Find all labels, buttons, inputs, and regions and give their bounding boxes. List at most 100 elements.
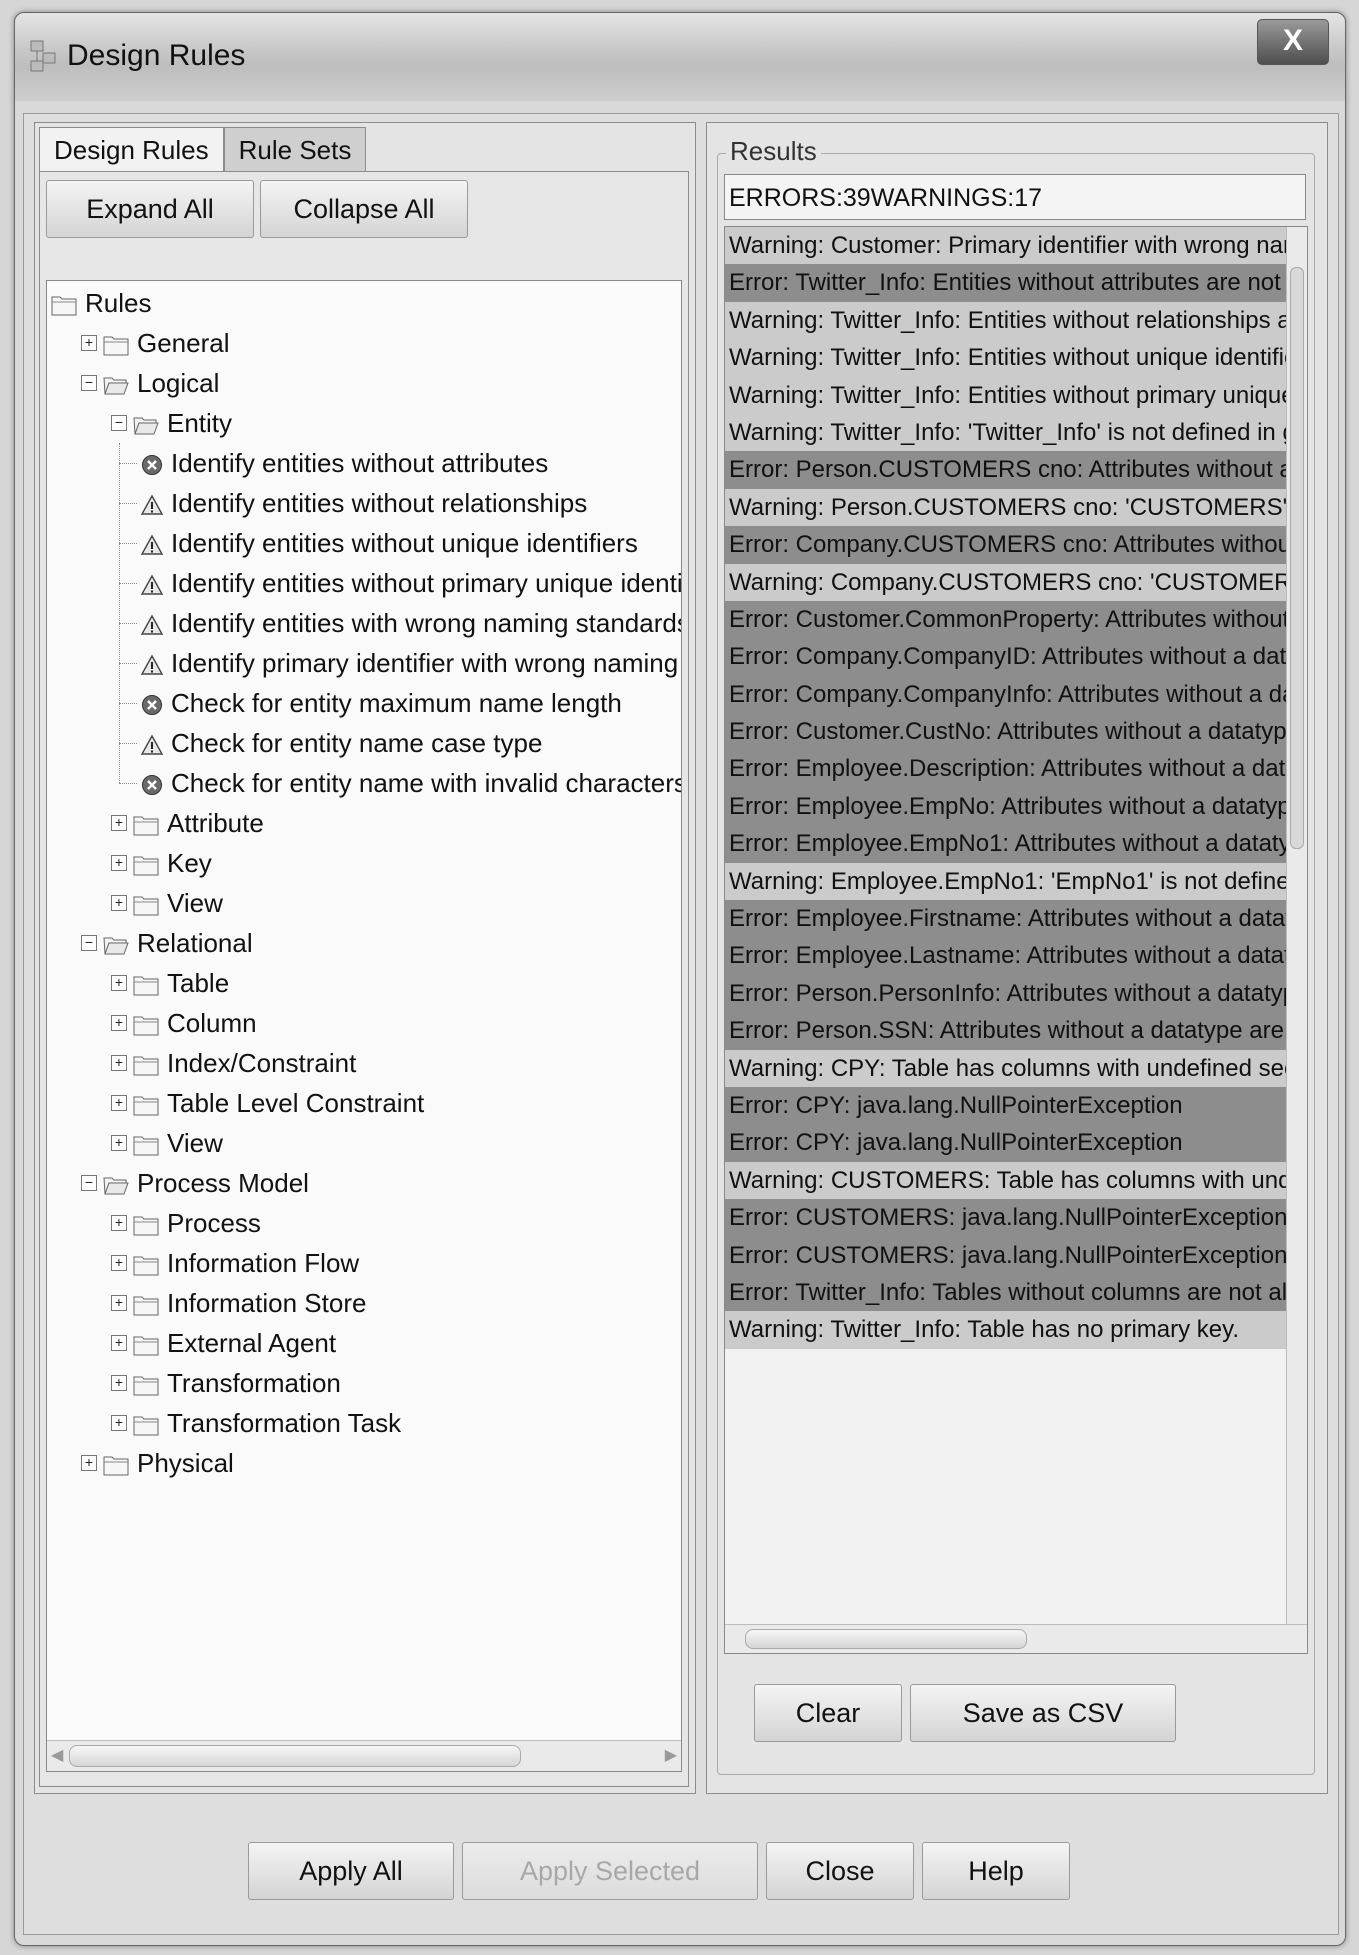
expand-toggle-icon[interactable]: + (111, 1255, 127, 1271)
collapse-toggle-icon[interactable]: − (81, 1175, 97, 1191)
results-vertical-scrollbar[interactable] (1286, 227, 1307, 1625)
error-result-row[interactable]: Error: CPY: java.lang.NullPointerExcepti… (725, 1086, 1289, 1125)
tab-design-rules[interactable]: Design Rules (39, 127, 224, 172)
warning-result-row[interactable]: Warning: Twitter_Info: Entities without … (725, 376, 1289, 414)
tree-folder-node[interactable]: + Attribute (111, 803, 264, 843)
error-result-row[interactable]: Error: Employee.EmpNo1: Attributes witho… (725, 825, 1289, 863)
error-result-row[interactable]: Error: Customer.CustNo: Attributes witho… (725, 713, 1289, 751)
help-button[interactable]: Help (922, 1842, 1070, 1900)
error-result-row[interactable]: Error: Company.CompanyInfo: Attributes w… (725, 675, 1289, 714)
results-vscroll-thumb[interactable] (1290, 267, 1304, 849)
tree-folder-node[interactable]: + View (111, 1123, 223, 1163)
error-result-row[interactable]: Error: CUSTOMERS: java.lang.NullPointerE… (725, 1199, 1289, 1237)
tree-folder-node[interactable]: + General (81, 323, 230, 363)
results-list[interactable]: Warning: Customer: Primary identifier wi… (724, 226, 1308, 1654)
expand-toggle-icon[interactable]: + (111, 855, 127, 871)
error-result-row[interactable]: Error: Person.PersonInfo: Attributes wit… (725, 974, 1289, 1013)
tree-folder-node[interactable]: + Information Flow (111, 1243, 359, 1283)
tree-folder-node[interactable]: Rules (51, 283, 151, 323)
tree-folder-node[interactable]: − Logical (81, 363, 219, 403)
warning-result-row[interactable]: Warning: CPY: Table has columns with und… (725, 1049, 1289, 1087)
warning-result-row[interactable]: Warning: Twitter_Info: Table has no prim… (725, 1311, 1289, 1349)
warning-result-row[interactable]: Warning: Employee.EmpNo1: 'EmpNo1' is no… (725, 862, 1289, 901)
tree-folder-node[interactable]: + View (111, 883, 223, 923)
warning-result-row[interactable]: Warning: Person.CUSTOMERS cno: 'CUSTOMER… (725, 488, 1289, 527)
warning-result-row[interactable]: Warning: Twitter_Info: 'Twitter_Info' is… (725, 413, 1289, 452)
expand-toggle-icon[interactable]: + (81, 335, 97, 351)
title-bar[interactable]: Design Rules X (15, 13, 1345, 101)
tree-folder-node[interactable]: − Relational (81, 923, 253, 963)
error-result-row[interactable]: Error: Employee.EmpNo: Attributes withou… (725, 787, 1289, 826)
error-result-row[interactable]: Error: Employee.Lastname: Attributes wit… (725, 937, 1289, 975)
window-close-button[interactable]: X (1257, 19, 1329, 65)
warning-result-row[interactable]: Warning: Customer: Primary identifier wi… (725, 227, 1289, 265)
rule-item[interactable]: Identify entities without unique identif… (140, 523, 638, 563)
expand-toggle-icon[interactable]: + (111, 1335, 127, 1351)
error-result-row[interactable]: Error: CPY: java.lang.NullPointerExcepti… (725, 1124, 1289, 1162)
collapse-toggle-icon[interactable]: − (81, 935, 97, 951)
expand-toggle-icon[interactable]: + (111, 1135, 127, 1151)
tree-folder-node[interactable]: + Index/Constraint (111, 1043, 356, 1083)
tree-folder-node[interactable]: + Key (111, 843, 212, 883)
clear-button[interactable]: Clear (754, 1684, 902, 1742)
results-hscroll-thumb[interactable] (745, 1629, 1027, 1649)
expand-toggle-icon[interactable]: + (111, 1095, 127, 1111)
apply-selected-button[interactable]: Apply Selected (462, 1842, 758, 1900)
error-result-row[interactable]: Error: Person.SSN: Attributes without a … (725, 1012, 1289, 1050)
rule-item[interactable]: Check for entity name with invalid chara… (141, 763, 681, 803)
tree-folder-node[interactable]: + Table (111, 963, 229, 1003)
error-result-row[interactable]: Error: CUSTOMERS: java.lang.NullPointerE… (725, 1236, 1289, 1274)
error-result-row[interactable]: Error: Employee.Firstname: Attributes wi… (725, 900, 1289, 938)
collapse-toggle-icon[interactable]: − (81, 375, 97, 391)
expand-toggle-icon[interactable]: + (111, 1215, 127, 1231)
expand-toggle-icon[interactable]: + (111, 1375, 127, 1391)
close-button[interactable]: Close (766, 1842, 914, 1900)
error-result-row[interactable]: Error: Customer.CommonProperty: Attribut… (725, 600, 1289, 639)
collapse-toggle-icon[interactable]: − (111, 415, 127, 431)
error-result-row[interactable]: Error: Twitter_Info: Entities without at… (725, 264, 1289, 302)
results-horizontal-scrollbar[interactable] (725, 1624, 1307, 1653)
rule-item[interactable]: Identify entities without attributes (141, 443, 548, 483)
expand-toggle-icon[interactable]: + (111, 975, 127, 991)
tree-scroll-thumb[interactable] (69, 1745, 521, 1767)
expand-all-button[interactable]: Expand All (46, 180, 254, 238)
error-result-row[interactable]: Error: Employee.Description: Attributes … (725, 750, 1289, 788)
expand-toggle-icon[interactable]: + (81, 1455, 97, 1471)
error-result-row[interactable]: Error: Company.CUSTOMERS cno: Attributes… (725, 526, 1289, 564)
rule-item[interactable]: Identify entities with wrong naming stan… (140, 603, 681, 643)
rules-tree[interactable]: Rules + General − Logical − Entity Identify ent… (46, 280, 682, 1772)
error-result-row[interactable]: Error: Company.CompanyID: Attributes wit… (725, 638, 1289, 676)
warning-result-row[interactable]: Warning: Twitter_Info: Entities without … (725, 339, 1289, 377)
tree-folder-node[interactable]: − Process Model (81, 1163, 309, 1203)
expand-toggle-icon[interactable]: + (111, 815, 127, 831)
expand-toggle-icon[interactable]: + (111, 1295, 127, 1311)
tree-folder-node[interactable]: + External Agent (111, 1323, 336, 1363)
expand-toggle-icon[interactable]: + (111, 1415, 127, 1431)
expand-toggle-icon[interactable]: + (111, 1055, 127, 1071)
tree-folder-node[interactable]: + Physical (81, 1443, 234, 1483)
rule-item[interactable]: Identify primary identifier with wrong n… (140, 643, 681, 683)
tree-folder-node[interactable]: + Transformation (111, 1363, 341, 1403)
tree-folder-node[interactable]: − Entity (111, 403, 232, 443)
error-result-row[interactable]: Error: Person.CUSTOMERS cno: Attributes … (725, 451, 1289, 489)
error-result-row[interactable]: Error: Twitter_Info: Tables without colu… (725, 1273, 1289, 1312)
tree-folder-node[interactable]: + Information Store (111, 1283, 366, 1323)
rule-item[interactable]: Check for entity maximum name length (141, 683, 622, 723)
rule-item[interactable]: Identify entities without primary unique… (140, 563, 681, 603)
tree-folder-node[interactable]: + Process (111, 1203, 261, 1243)
collapse-all-button[interactable]: Collapse All (260, 180, 468, 238)
warning-result-row[interactable]: Warning: Company.CUSTOMERS cno: 'CUSTOME… (725, 563, 1289, 601)
tree-folder-node[interactable]: + Column (111, 1003, 257, 1043)
save-as-csv-button[interactable]: Save as CSV (910, 1684, 1176, 1742)
tree-folder-node[interactable]: + Transformation Task (111, 1403, 401, 1443)
rule-item[interactable]: Check for entity name case type (140, 723, 542, 763)
tab-rule-sets[interactable]: Rule Sets (223, 127, 367, 172)
expand-toggle-icon[interactable]: + (111, 895, 127, 911)
tree-horizontal-scrollbar[interactable]: ◀ ▶ (47, 1740, 681, 1771)
rule-item[interactable]: Identify entities without relationships (140, 483, 587, 523)
apply-all-button[interactable]: Apply All (248, 1842, 454, 1900)
expand-toggle-icon[interactable]: + (111, 1015, 127, 1031)
tree-folder-node[interactable]: + Table Level Constraint (111, 1083, 424, 1123)
warning-result-row[interactable]: Warning: CUSTOMERS: Table has columns wi… (725, 1161, 1289, 1200)
warning-result-row[interactable]: Warning: Twitter_Info: Entities without … (725, 301, 1289, 340)
